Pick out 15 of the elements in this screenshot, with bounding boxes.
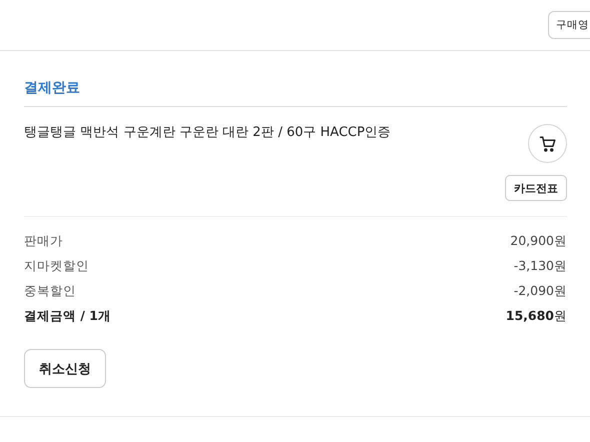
card-receipt-button[interactable]: 카드전표: [505, 175, 567, 201]
purchase-button[interactable]: 구매영: [548, 11, 590, 39]
price-amount: 20,900원: [510, 232, 567, 250]
price-label: 지마켓할인: [24, 257, 89, 275]
price-label: 판매가: [24, 232, 63, 250]
cart-button[interactable]: [528, 124, 567, 163]
product-title[interactable]: 탱글탱글 맥반석 구운계란 구운란 대란 2판 / 60구 HACCP인증: [24, 121, 391, 201]
price-label: 결제금액 / 1개: [24, 307, 111, 325]
order-status: 결제완료: [24, 51, 567, 107]
cart-icon: [538, 134, 556, 152]
price-amount: -2,090원: [514, 282, 567, 300]
cancel-request-button[interactable]: 취소신청: [24, 349, 106, 388]
price-label: 중복할인: [24, 282, 76, 300]
price-amount: 15,680원: [506, 307, 567, 325]
price-amount: -3,130원: [514, 257, 567, 275]
